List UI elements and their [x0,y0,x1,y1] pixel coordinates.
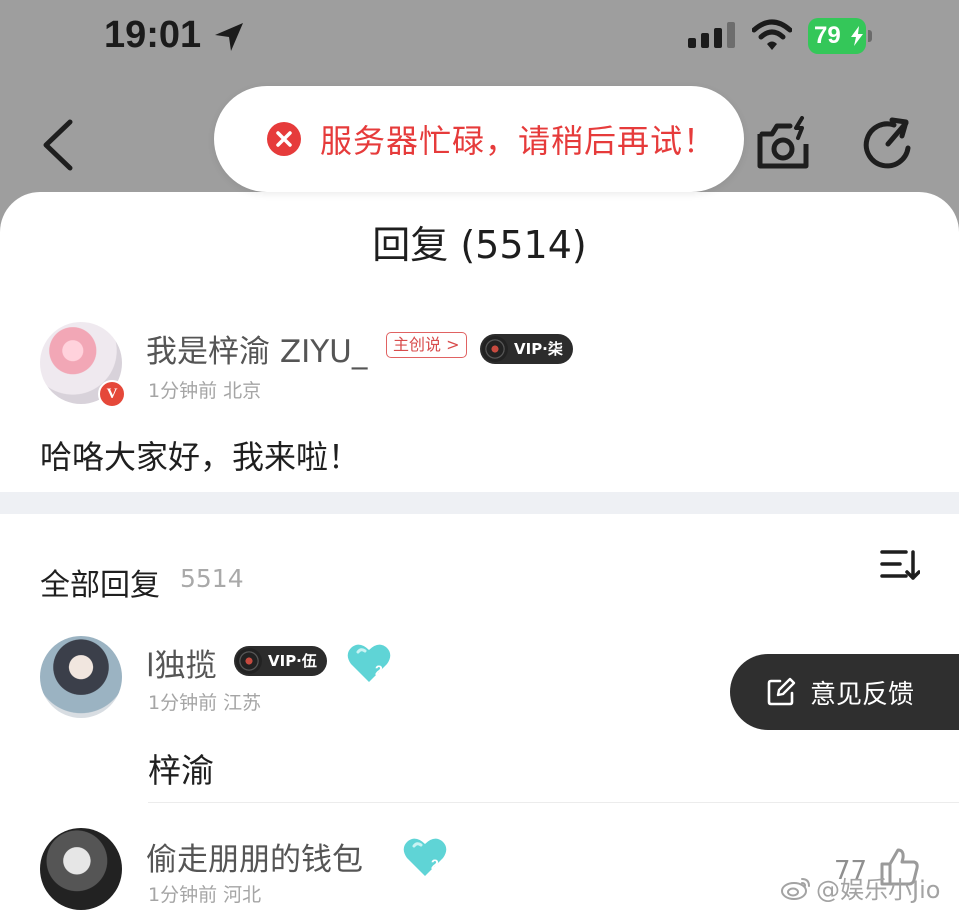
comment-meta: 1分钟前 北京 [148,380,262,402]
heart-level-icon: 2 [347,644,391,682]
author-name[interactable]: 我是梓渝 ZIYU_ [146,326,367,371]
reply-content: 梓渝 [148,751,214,790]
replies-sheet: 回复 (5514) V 我是梓渝 ZIYU_ 主创说 > 1分钟前 北京 哈咯大… [0,192,959,912]
error-toast: 服务器忙碌，请稍后再试！ [214,86,744,192]
vinyl-icon [482,336,508,362]
signal-icon [688,22,735,48]
toast-message: 服务器忙碌，请稍后再试！ [320,122,717,160]
location-arrow-icon [215,23,243,51]
level-number: 2 [431,856,439,872]
wifi-icon [752,19,792,50]
level-number: 2 [375,662,383,678]
reply-divider [148,802,959,803]
weibo-icon [781,877,810,900]
vip-badge: VIP·伍 [234,646,327,676]
watermark-text: @娱乐小Jio [816,876,941,904]
vip-badge: VIP·柒 [480,334,573,364]
watermark: @娱乐小Jio [780,870,940,905]
vip-label: VIP·伍 [268,652,317,670]
all-replies-label: 全部回复 [40,568,160,603]
reply-author[interactable]: 偷走朋朋的钱包 [146,834,363,879]
share-icon[interactable] [860,116,918,174]
heart-level-icon: 2 [403,838,447,876]
battery-icon: 79 [808,18,872,54]
sheet-title: 回复 (5514) [372,223,587,267]
verified-badge: V [98,380,126,408]
vinyl-icon [236,648,262,674]
error-icon [267,122,301,156]
battery-cap [868,30,872,42]
charging-bolt-icon [851,26,863,46]
reply-avatar[interactable] [40,636,122,718]
reply-meta: 1分钟前 河北 [148,884,262,906]
feedback-button[interactable]: 意见反馈 [730,654,959,730]
reply-avatar[interactable] [40,828,122,910]
vip-label: VIP·柒 [514,340,563,358]
comment-content: 哈咯大家好，我来啦！ [40,438,361,476]
creator-tag[interactable]: 主创说 > [386,332,467,358]
status-time: 19:01 [104,14,202,56]
back-icon[interactable] [38,118,78,172]
sort-icon[interactable] [880,548,920,584]
camera-icon[interactable] [754,116,814,174]
all-replies-count: 5514 [180,564,244,593]
reply-meta: 1分钟前 江苏 [148,692,262,714]
section-divider [0,492,959,514]
feedback-label: 意见反馈 [810,679,915,710]
edit-icon [767,677,796,706]
reply-author[interactable]: l独揽 [146,640,217,685]
